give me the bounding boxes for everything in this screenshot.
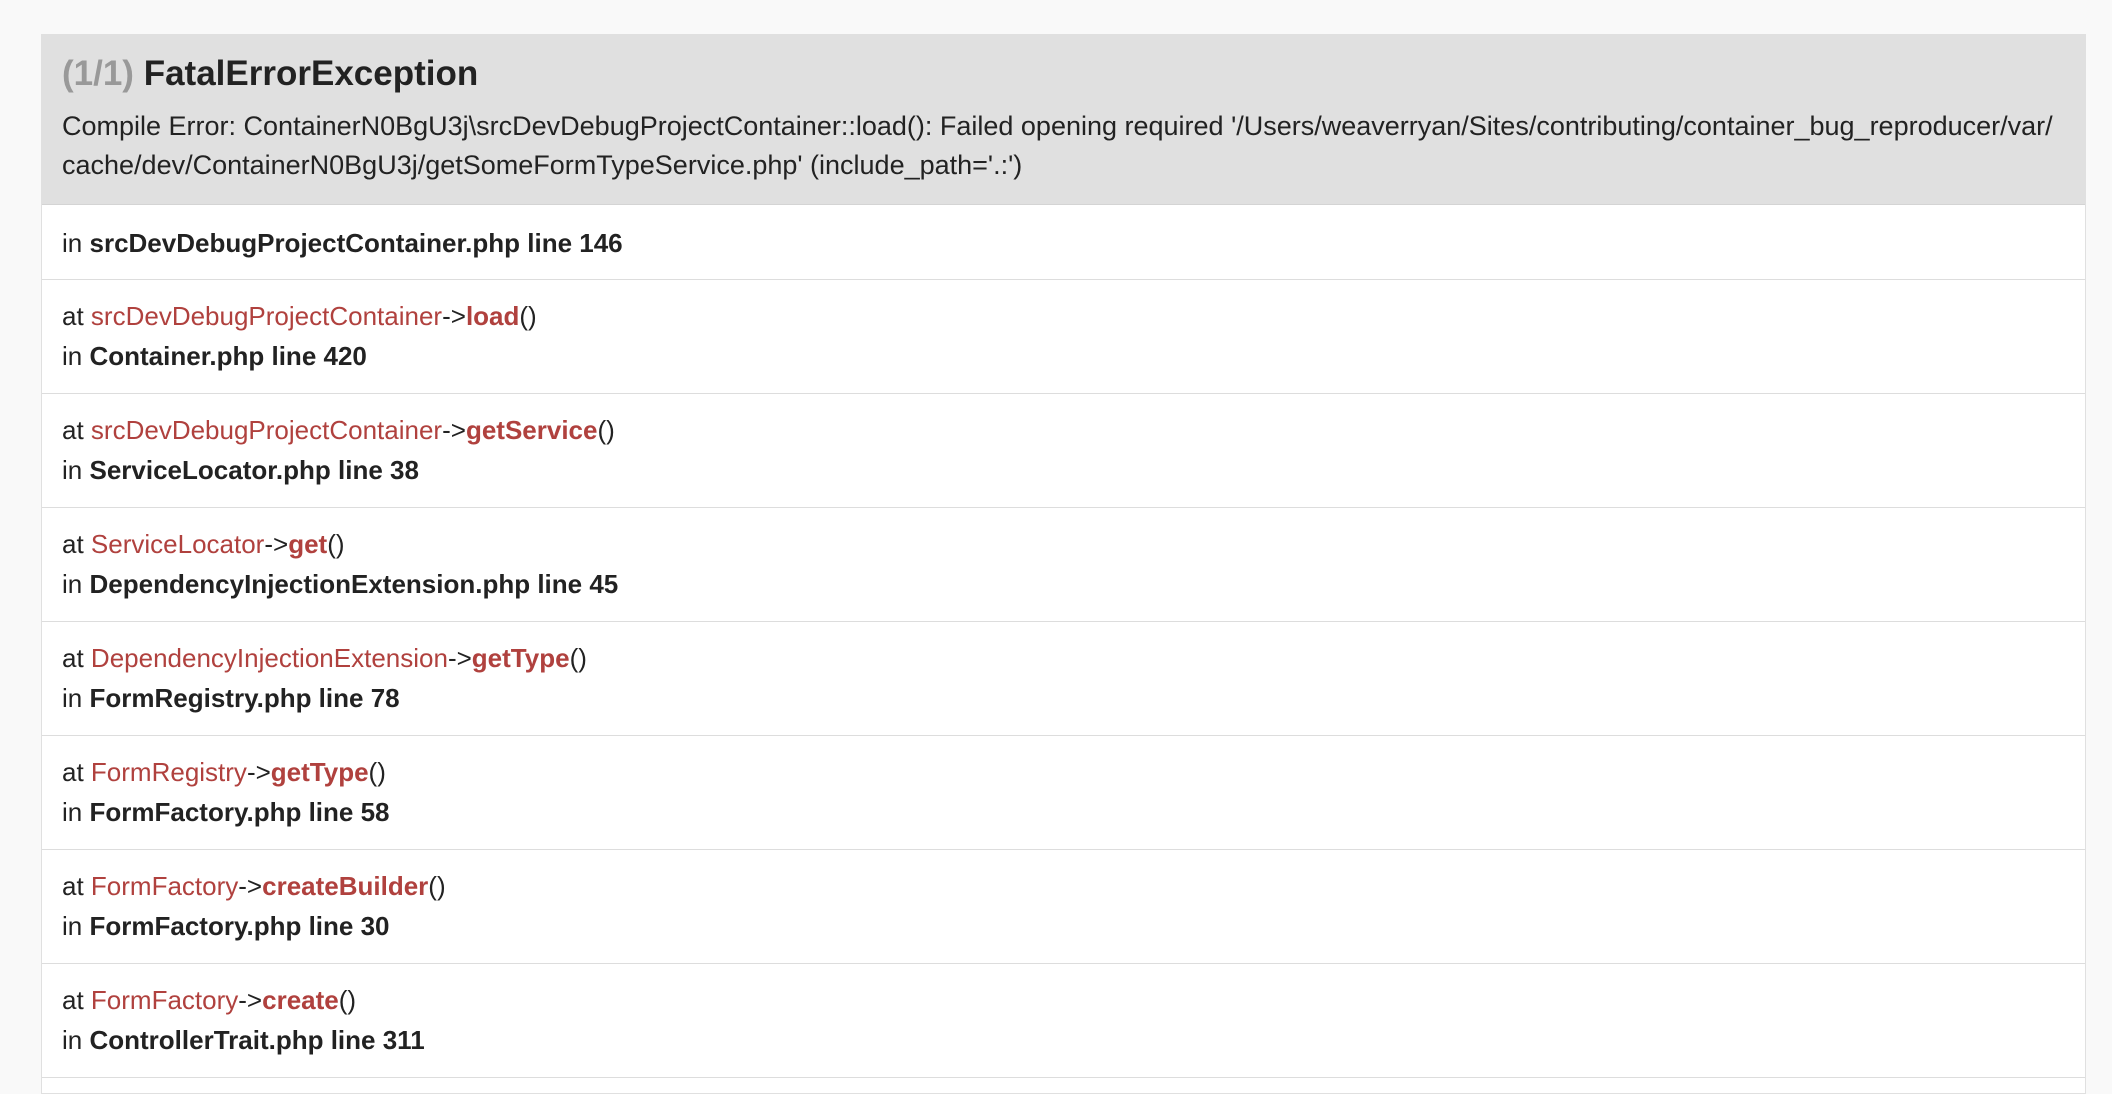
frame-at-label: at	[62, 415, 84, 445]
frame-class-link[interactable]: FormRegistry	[91, 757, 247, 787]
frame-in-label: in	[62, 341, 83, 371]
frame-in-label: in	[62, 911, 83, 941]
frame-at-label: at	[62, 871, 84, 901]
exception-panel: (1/1) FatalErrorException Compile Error:…	[41, 34, 2086, 1094]
trace-frame: at srcDevDebugProjectContainer->getServi…	[42, 394, 2085, 508]
frame-class-link[interactable]: FormFactory	[91, 985, 238, 1015]
frame-call: at FormFactory->createBuilder()	[62, 869, 2065, 903]
frame-method: load	[465, 301, 520, 331]
frame-method: getType	[270, 757, 369, 787]
frame-call: at FormRegistry->getType()	[62, 755, 2065, 789]
frame-parens: ()	[428, 871, 446, 901]
trace-frame: at FormFactory->create() in ControllerTra…	[42, 964, 2085, 1078]
frame-location: in Container.php line 420	[62, 340, 2065, 372]
frame-at-label: at	[62, 643, 84, 673]
frame-arrow: ->	[238, 985, 263, 1015]
frame-call: at FormFactory->create()	[62, 983, 2065, 1017]
frame-class-link[interactable]: DependencyInjectionExtension	[91, 643, 448, 673]
exception-header: (1/1) FatalErrorException Compile Error:…	[42, 35, 2085, 205]
frame-arrow: ->	[447, 643, 472, 673]
frame-location: in DependencyInjectionExtension.php line…	[62, 568, 2065, 600]
frame-in-label: in	[62, 1025, 83, 1055]
frame-method: createBuilder	[262, 871, 429, 901]
frame-file[interactable]: DependencyInjectionExtension.php line 45	[89, 569, 618, 599]
frame-method: get	[288, 529, 328, 559]
exception-message: Compile Error: ContainerN0BgU3j\srcDevDe…	[62, 111, 2053, 180]
frame-method: create	[262, 985, 339, 1015]
frame-arrow: ->	[442, 415, 466, 445]
location-file: srcDevDebugProjectContainer.php line 146	[89, 228, 623, 258]
exception-counter: (1/1)	[62, 54, 134, 93]
frame-location: in ServiceLocator.php line 38	[62, 454, 2065, 486]
frame-method: getService	[465, 415, 598, 445]
frame-class-link[interactable]: srcDevDebugProjectContainer	[91, 301, 442, 331]
frame-method: getType	[471, 643, 570, 673]
frame-file[interactable]: FormFactory.php line 58	[89, 797, 389, 827]
frame-at-label: at	[62, 301, 84, 331]
frame-parens: ()	[368, 757, 386, 787]
frame-class-link[interactable]: ServiceLocator	[91, 529, 264, 559]
frame-in-label: in	[62, 683, 83, 713]
exception-class: FatalErrorException	[143, 54, 479, 93]
frame-arrow: ->	[238, 871, 263, 901]
trace-frame: at FormRegistry->getType() in FormFactory…	[42, 736, 2085, 850]
frame-arrow: ->	[246, 757, 271, 787]
frame-arrow: ->	[264, 529, 289, 559]
frame-class-link[interactable]: FormFactory	[91, 871, 238, 901]
frame-in-label: in	[62, 455, 83, 485]
frame-location: in ControllerTrait.php line 311	[62, 1024, 2065, 1056]
frame-at-label: at	[62, 985, 84, 1015]
frame-parens: ()	[519, 301, 537, 331]
frame-parens: ()	[569, 643, 587, 673]
frame-in-label: in	[62, 797, 83, 827]
frame-file[interactable]: FormRegistry.php line 78	[89, 683, 399, 713]
trace-frame: at DependencyInjectionExtension->getType…	[42, 622, 2085, 736]
frame-file[interactable]: ServiceLocator.php line 38	[89, 455, 418, 485]
frame-file[interactable]: ControllerTrait.php line 311	[89, 1025, 424, 1055]
frame-parens: ()	[327, 529, 345, 559]
frame-at-label: at	[62, 529, 84, 559]
exception-location: in srcDevDebugProjectContainer.php line …	[42, 205, 2085, 280]
frame-file[interactable]: Container.php line 420	[89, 341, 366, 371]
frame-in-label: in	[62, 569, 83, 599]
exception-title: (1/1) FatalErrorException	[62, 53, 2065, 95]
frame-location: in FormRegistry.php line 78	[62, 682, 2065, 714]
frame-at-label: at	[62, 757, 84, 787]
frame-call: at srcDevDebugProjectContainer->load()	[62, 299, 2065, 333]
frame-parens: ()	[597, 415, 615, 445]
frame-call: at ServiceLocator->get()	[62, 527, 2065, 561]
frame-call: at DependencyInjectionExtension->getType…	[62, 641, 2065, 675]
frame-arrow: ->	[442, 301, 466, 331]
frame-location: in FormFactory.php line 58	[62, 796, 2065, 828]
frame-location: in FormFactory.php line 30	[62, 910, 2065, 942]
frame-parens: ()	[338, 985, 357, 1015]
stack-trace: at srcDevDebugProjectContainer->load() in…	[42, 280, 2085, 1078]
frame-call: at srcDevDebugProjectContainer->getServi…	[62, 413, 2065, 447]
location-prefix: in	[62, 228, 83, 258]
trace-frame: at FormFactory->createBuilder() in FormFa…	[42, 850, 2085, 964]
trace-frame: at ServiceLocator->get() in DependencyInj…	[42, 508, 2085, 622]
frame-file[interactable]: FormFactory.php line 30	[89, 911, 389, 941]
frame-class-link[interactable]: srcDevDebugProjectContainer	[91, 415, 442, 445]
trace-frame: at srcDevDebugProjectContainer->load() in…	[42, 280, 2085, 394]
